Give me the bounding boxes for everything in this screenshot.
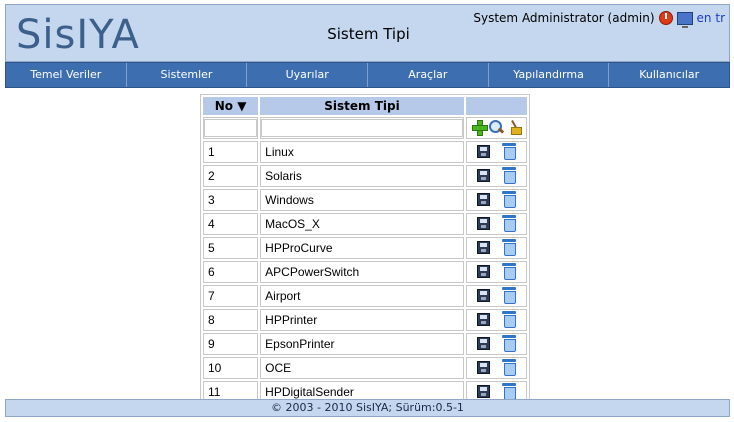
monitor-icon[interactable] [676,11,693,28]
row-no: 4 [203,213,259,235]
save-icon[interactable] [476,289,490,302]
save-icon[interactable] [476,169,490,182]
row-name[interactable]: Airport [260,285,464,307]
save-icon[interactable] [476,217,490,230]
row-no: 7 [203,285,259,307]
row-name[interactable]: APCPowerSwitch [260,261,464,283]
system-type-table-wrap: No ▼ Sistem Tipi 1 Linux 2 Solaris 3 Windows 4… [200,94,530,406]
table-row: 5 HPProCurve [203,237,527,259]
row-actions [465,213,527,235]
save-icon[interactable] [476,361,490,374]
delete-icon[interactable] [501,239,516,256]
row-no: 5 [203,237,259,259]
row-name[interactable]: OCE [260,357,464,379]
table-row: 6 APCPowerSwitch [203,261,527,283]
table-header-row: No ▼ Sistem Tipi [203,97,527,115]
table-row: 2 Solaris [203,165,527,187]
header-bar: SisIYA Sistem Tipi System Administrator … [5,4,730,62]
save-icon[interactable] [476,145,490,158]
row-no: 10 [203,357,259,379]
save-icon[interactable] [476,385,490,398]
delete-icon[interactable] [501,311,516,328]
row-actions [465,141,527,163]
save-icon[interactable] [476,193,490,206]
row-name[interactable]: Windows [260,189,464,211]
row-no: 1 [203,141,259,163]
row-actions [465,333,527,355]
table-row: 1 Linux [203,141,527,163]
col-no-header[interactable]: No ▼ [203,97,259,115]
row-name[interactable]: Solaris [260,165,464,187]
delete-icon[interactable] [501,191,516,208]
lang-tr-link[interactable]: tr [715,11,725,25]
user-name: System Administrator (admin) [473,11,655,25]
delete-icon[interactable] [501,383,516,400]
filter-name-input[interactable] [261,119,463,137]
row-no: 2 [203,165,259,187]
table-row: 7 Airport [203,285,527,307]
clear-icon[interactable] [507,120,522,135]
row-no: 9 [203,333,259,355]
save-icon[interactable] [476,313,490,326]
delete-icon[interactable] [501,263,516,280]
row-no: 6 [203,261,259,283]
menu-araclar[interactable]: Araçlar [368,63,489,87]
row-actions [465,285,527,307]
row-name[interactable]: MacOS_X [260,213,464,235]
row-actions [465,309,527,331]
footer: © 2003 - 2010 SisIYA; Sürüm:0.5-1 [5,399,730,417]
delete-icon[interactable] [501,167,516,184]
system-type-table: No ▼ Sistem Tipi 1 Linux 2 Solaris 3 Windows 4… [200,94,530,406]
menu-sistemler[interactable]: Sistemler [127,63,248,87]
table-row: 10 OCE [203,357,527,379]
logout-icon[interactable] [658,11,673,25]
col-actions-header [465,97,527,115]
row-name[interactable]: EpsonPrinter [260,333,464,355]
row-actions [465,189,527,211]
filter-no-input[interactable] [204,119,258,137]
menu-uyarilar[interactable]: Uyarılar [247,63,369,87]
delete-icon[interactable] [501,143,516,160]
delete-icon[interactable] [501,335,516,352]
table-row: 4 MacOS_X [203,213,527,235]
table-row: 9 EpsonPrinter [203,333,527,355]
user-area: System Administrator (admin) en tr [473,11,725,28]
main-menu: Temel Veriler Sistemler Uyarılar Araçlar… [5,62,730,88]
row-name[interactable]: Linux [260,141,464,163]
row-no: 3 [203,189,259,211]
sisiya-logo[interactable]: SisIYA [16,11,156,59]
filter-actions [465,117,527,139]
row-no: 8 [203,309,259,331]
menu-temel-veriler[interactable]: Temel Veriler [6,63,127,87]
delete-icon[interactable] [501,287,516,304]
save-icon[interactable] [476,265,490,278]
save-icon[interactable] [476,241,490,254]
lang-en-link[interactable]: en [697,11,712,25]
filter-row [203,117,527,139]
row-actions [465,165,527,187]
table-row: 8 HPPrinter [203,309,527,331]
add-icon[interactable] [472,119,489,136]
row-name[interactable]: HPPrinter [260,309,464,331]
language-switch: en tr [697,11,725,25]
table-row: 3 Windows [203,189,527,211]
delete-icon[interactable] [501,215,516,232]
save-icon[interactable] [476,337,490,350]
row-name[interactable]: HPProCurve [260,237,464,259]
row-actions [465,357,527,379]
delete-icon[interactable] [501,359,516,376]
row-actions [465,237,527,259]
menu-kullanicilar[interactable]: Kullanıcılar [609,63,729,87]
search-icon[interactable] [489,119,503,134]
col-system-type-header[interactable]: Sistem Tipi [260,97,464,115]
row-actions [465,261,527,283]
menu-yapilandirma[interactable]: Yapılandırma [489,63,610,87]
